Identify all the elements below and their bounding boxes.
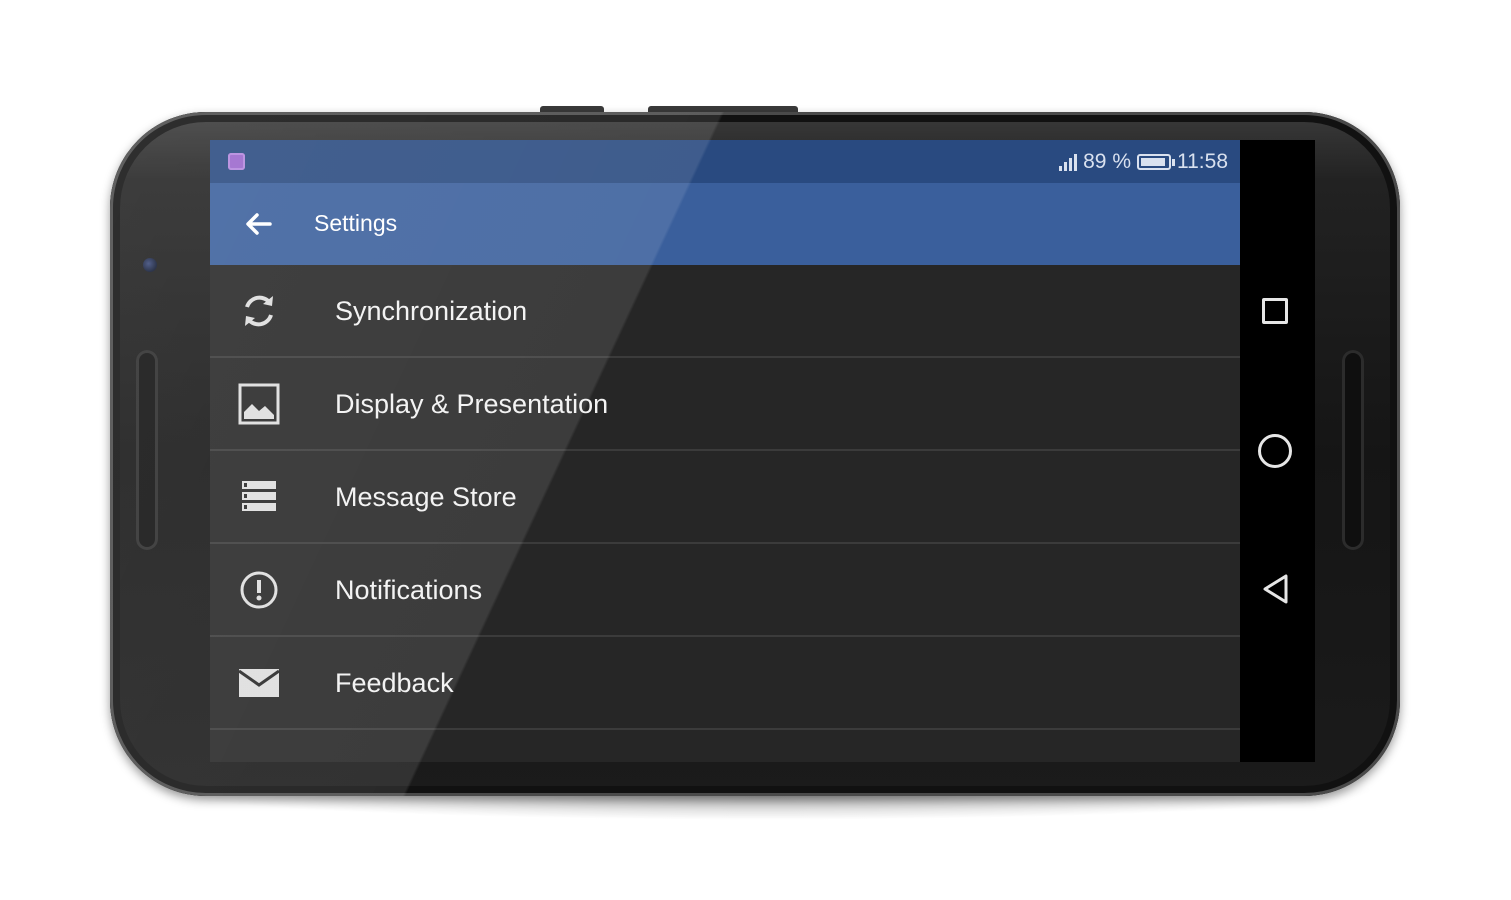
- settings-item-label: Synchronization: [335, 296, 528, 326]
- settings-item-label: Feedback: [335, 668, 454, 698]
- front-camera: [143, 258, 157, 272]
- back-arrow-icon[interactable]: [238, 203, 280, 245]
- signal-icon: [1059, 153, 1078, 171]
- settings-item-message-store[interactable]: Message Store: [210, 451, 1240, 544]
- storage-list-icon: [237, 475, 281, 519]
- settings-item-display[interactable]: Display & Presentation: [210, 358, 1240, 451]
- sync-icon: [237, 289, 281, 333]
- speaker-grille-left: [136, 350, 158, 550]
- settings-item-label: Notifications: [335, 575, 483, 605]
- settings-item-synchronization[interactable]: Synchronization: [210, 265, 1240, 358]
- home-icon[interactable]: [1258, 434, 1292, 468]
- settings-item-label: Display & Presentation: [335, 389, 609, 419]
- settings-item-label: Message Store: [335, 482, 517, 512]
- app-screen: 89 % 11:58 Settings Synchronization Disp…: [210, 140, 1240, 762]
- alert-circle-icon: [237, 568, 281, 612]
- battery-percent: 89 %: [1083, 150, 1131, 173]
- app-bar: Settings: [210, 183, 1240, 265]
- page-title: Settings: [314, 210, 398, 236]
- back-icon[interactable]: [1260, 572, 1294, 606]
- speaker-grille-right: [1342, 350, 1364, 550]
- status-indicators: 89 % 11:58: [1059, 149, 1228, 175]
- settings-item-notifications[interactable]: Notifications: [210, 544, 1240, 637]
- recents-icon[interactable]: [1262, 298, 1288, 324]
- app-notification-icon: [228, 153, 245, 170]
- image-icon: [237, 382, 281, 426]
- settings-item-feedback[interactable]: Feedback: [210, 637, 1240, 730]
- status-bar: 89 % 11:58: [210, 140, 1240, 183]
- battery-icon: [1137, 154, 1175, 170]
- envelope-icon: [237, 661, 281, 705]
- settings-list: Synchronization Display & Presentation M…: [210, 265, 1240, 730]
- clock: 11:58: [1177, 150, 1228, 173]
